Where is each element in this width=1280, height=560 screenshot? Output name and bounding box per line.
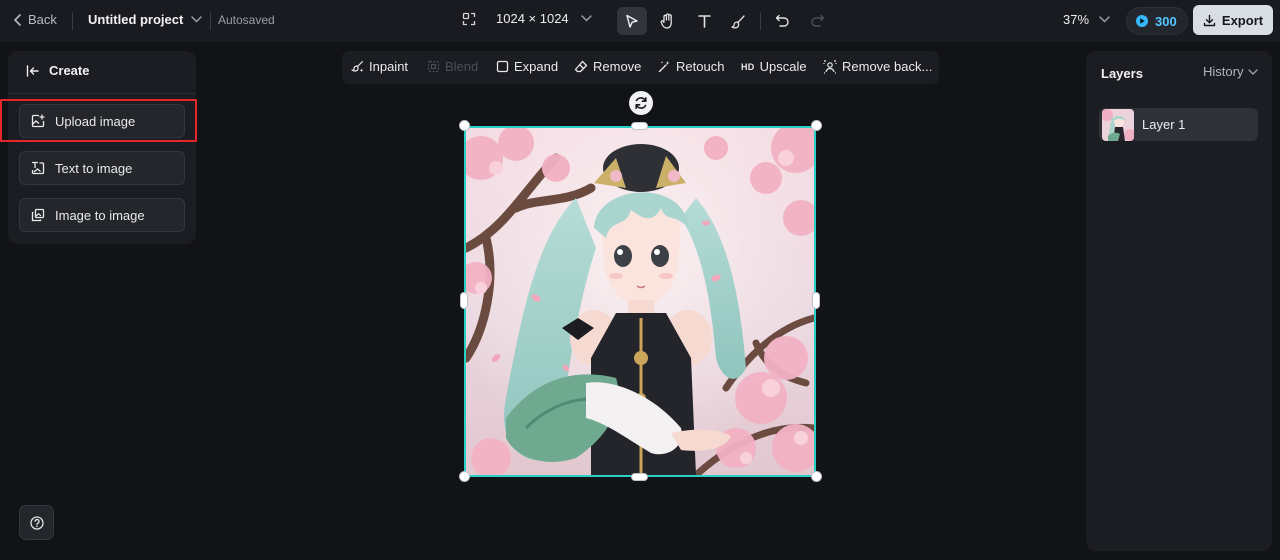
top-bar: Back Untitled project Autosaved 1024 × 1… (0, 0, 1280, 42)
create-panel-header[interactable]: Create (26, 63, 89, 78)
undo-icon (775, 14, 789, 27)
magic-wand-icon (658, 61, 670, 73)
remove-button[interactable]: Remove (574, 59, 641, 74)
retouch-button[interactable]: Retouch (658, 59, 724, 74)
undo-button[interactable] (767, 7, 797, 35)
redo-icon (810, 14, 824, 27)
divider (8, 93, 196, 94)
eraser-icon (574, 60, 588, 73)
remove-background-icon (823, 59, 837, 74)
redo-button[interactable] (802, 7, 832, 35)
text-tool-button[interactable] (689, 7, 719, 35)
brush-icon (730, 14, 745, 28)
chevron-down-icon (1099, 16, 1110, 23)
image-to-image-icon (31, 208, 45, 222)
text-to-image-label: Text to image (55, 160, 133, 176)
download-icon (1203, 14, 1216, 26)
export-label: Export (1221, 12, 1264, 28)
canvas-image[interactable] (464, 126, 816, 477)
blend-button[interactable]: Blend (427, 59, 478, 74)
text-to-image-button[interactable]: Text to image (19, 151, 185, 185)
zoom-dropdown[interactable]: 37% (1063, 12, 1110, 27)
layer-name: Layer 1 (1142, 117, 1186, 132)
canvas-size-dropdown[interactable]: 1024 × 1024 (462, 11, 592, 26)
save-status: Autosaved (218, 13, 275, 27)
inpaint-button[interactable]: Inpaint (351, 59, 408, 74)
project-name: Untitled project (88, 12, 184, 27)
select-tool-button[interactable] (617, 7, 647, 35)
cursor-icon (626, 14, 638, 28)
layer-thumbnail (1102, 108, 1134, 141)
chevron-down-icon (1248, 68, 1259, 75)
image-to-image-label: Image to image (55, 207, 145, 223)
rotate-icon (635, 97, 647, 109)
remove-background-button[interactable]: Remove back... (823, 59, 932, 74)
hd-badge: HD (741, 61, 755, 72)
hand-tool-button[interactable] (652, 7, 682, 35)
layers-panel: Layers History Layer 1 (1086, 51, 1272, 551)
resize-handle-top-left[interactable] (459, 120, 470, 131)
upscale-button[interactable]: HD Upscale (741, 59, 807, 74)
chevron-down-icon (191, 16, 203, 23)
hand-icon (660, 13, 672, 29)
inpaint-label: Inpaint (369, 59, 409, 74)
back-label: Back (28, 12, 57, 27)
resize-handle-right[interactable] (812, 292, 820, 309)
inpaint-icon (351, 60, 364, 72)
retouch-label: Retouch (676, 59, 725, 74)
credit-coin-icon (1136, 15, 1148, 27)
blend-icon (427, 60, 440, 73)
help-icon (29, 515, 44, 530)
chevron-down-icon (580, 15, 592, 22)
resize-handle-left[interactable] (460, 292, 468, 309)
divider (210, 12, 211, 30)
project-name-dropdown[interactable]: Untitled project (88, 12, 203, 27)
resize-handle-bottom[interactable] (631, 473, 648, 481)
credits-count: 300 (1155, 13, 1177, 29)
upscale-label: Upscale (759, 59, 807, 74)
rotate-handle[interactable] (629, 91, 653, 115)
history-label: History (1203, 64, 1244, 79)
layer-item[interactable]: Layer 1 (1099, 108, 1258, 141)
text-icon (697, 15, 711, 28)
help-button[interactable] (19, 505, 54, 540)
highlight-annotation (0, 99, 197, 142)
expand-button[interactable]: Expand (496, 59, 558, 74)
resize-handle-bottom-right[interactable] (811, 471, 822, 482)
edit-toolbar: Inpaint Blend Expand Remove Retouch HD U… (342, 51, 939, 84)
credits-badge[interactable]: 300 (1126, 7, 1188, 35)
create-panel: Create Upload image Text to image Image … (8, 51, 196, 244)
layers-tab[interactable]: Layers (1101, 66, 1143, 81)
anime-girl-illustration (466, 128, 814, 475)
expand-icon (496, 60, 509, 73)
text-to-image-icon (31, 161, 45, 175)
resize-icon (462, 12, 476, 25)
zoom-level: 37% (1063, 12, 1090, 27)
divider (72, 12, 73, 30)
canvas-size: 1024 × 1024 (496, 11, 569, 26)
chevron-left-icon (14, 13, 21, 26)
history-dropdown[interactable]: History (1203, 64, 1259, 79)
back-button[interactable]: Back (14, 12, 57, 27)
resize-handle-top[interactable] (631, 122, 648, 130)
expand-label: Expand (514, 59, 559, 74)
create-panel-title: Create (49, 63, 90, 78)
divider (760, 12, 761, 30)
image-to-image-button[interactable]: Image to image (19, 198, 185, 232)
resize-handle-bottom-left[interactable] (459, 471, 470, 482)
resize-handle-top-right[interactable] (811, 120, 822, 131)
collapse-left-icon (26, 64, 39, 77)
brush-tool-button[interactable] (723, 7, 753, 35)
blend-label: Blend (445, 59, 479, 74)
remove-label: Remove (593, 59, 642, 74)
remove-background-label: Remove back... (842, 59, 933, 74)
export-button[interactable]: Export (1193, 5, 1273, 35)
